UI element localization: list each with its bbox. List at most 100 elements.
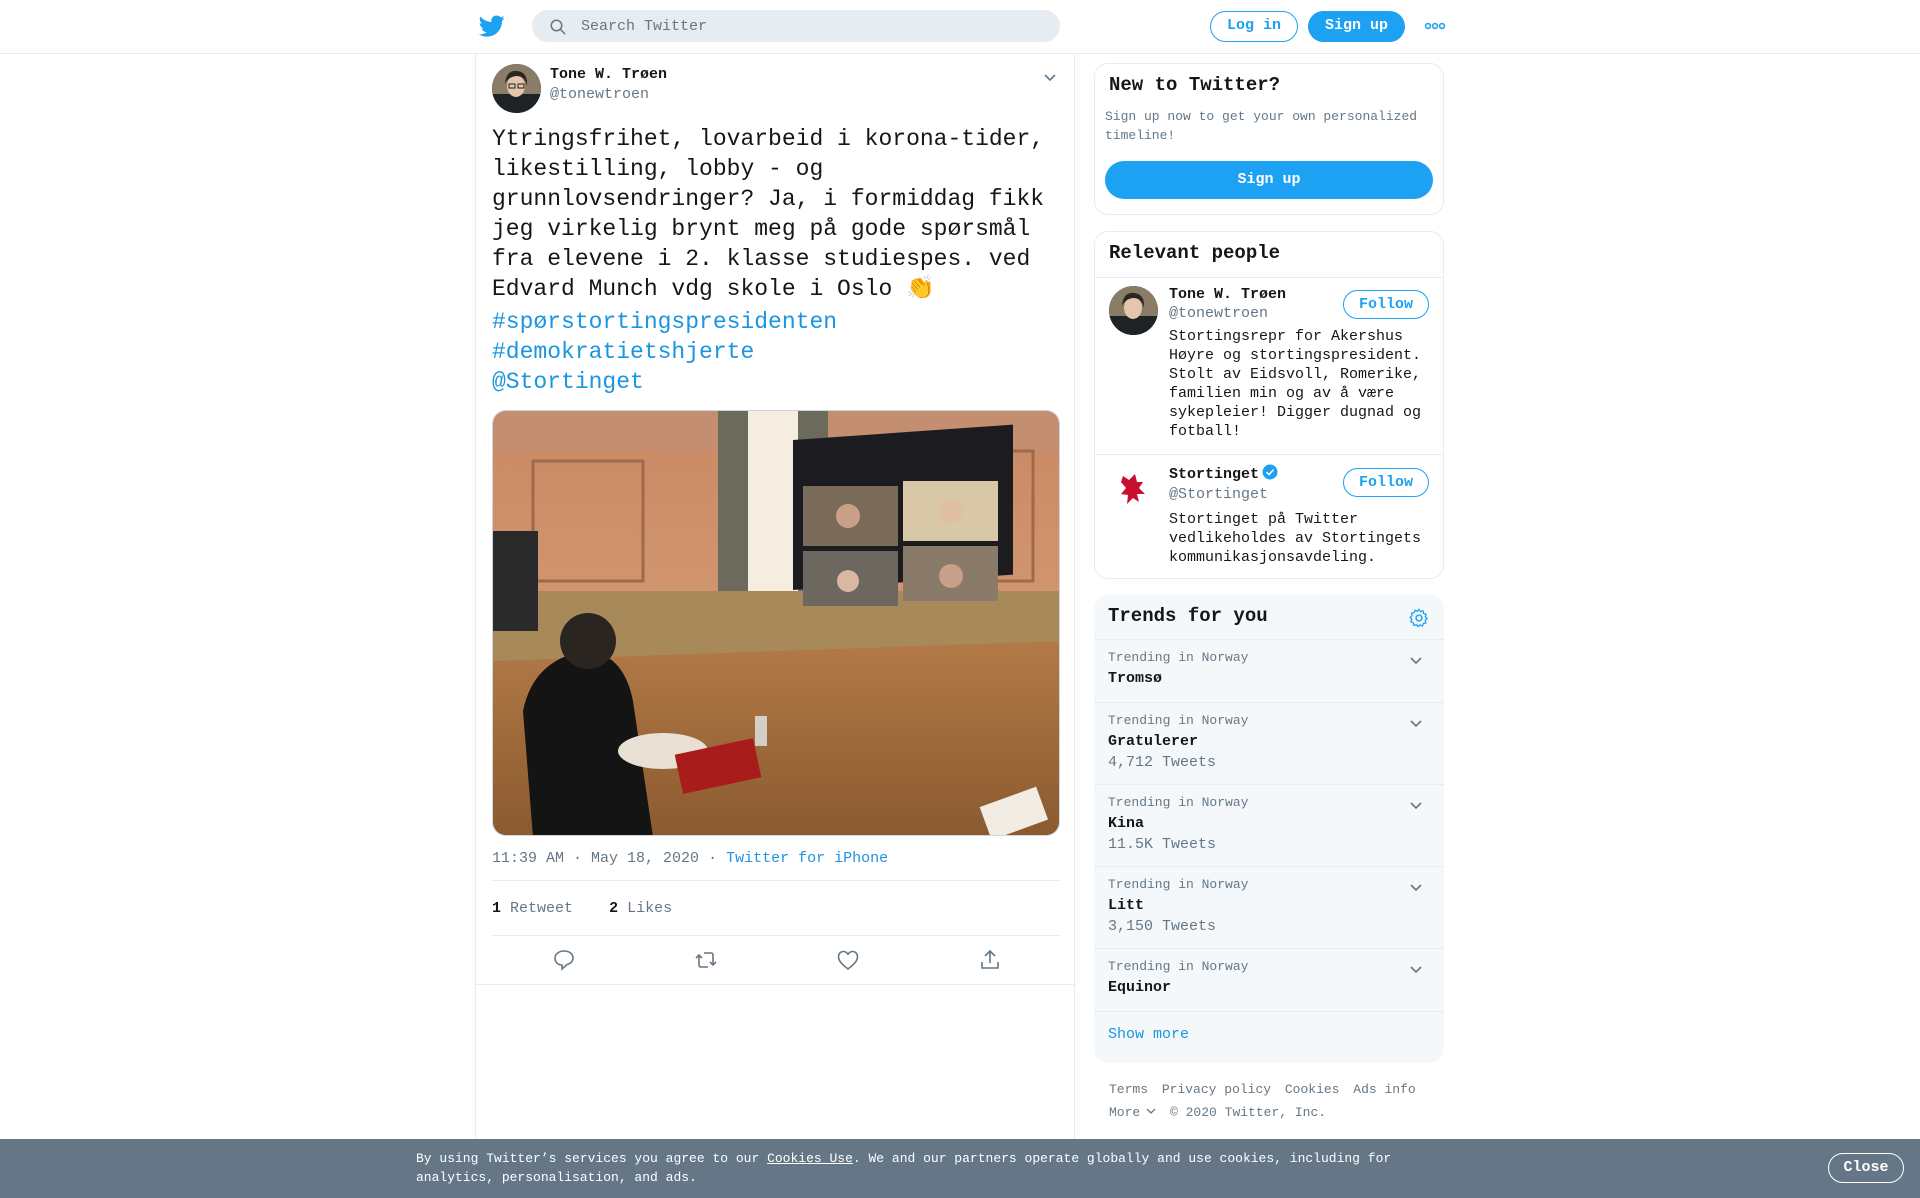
person-bio: Stortingsrepr for Akershus Høyre og stor… — [1169, 328, 1422, 440]
tweet-column: Tone W. Trøen @tonewtroen Ytringsfrihet,… — [475, 54, 1075, 1198]
relevant-people-card: Relevant people Tone W. Trøen @tonewtroe… — [1094, 231, 1444, 579]
sidebar-signup-button[interactable]: Sign up — [1105, 161, 1433, 199]
search-input[interactable] — [581, 15, 1041, 37]
footer-links: Terms Privacy policy Cookies Ads info — [1109, 1078, 1449, 1101]
trend-context: Trending in Norway — [1108, 959, 1249, 974]
divider — [1095, 454, 1443, 455]
trend-item[interactable]: Trending in Norway Gratulerer 4,712 Twee… — [1094, 702, 1444, 784]
person-handle[interactable]: @tonewtroen — [1169, 305, 1268, 322]
divider — [492, 935, 1060, 936]
chevron-down-icon[interactable] — [1408, 715, 1424, 731]
trend-name[interactable]: Litt — [1108, 897, 1144, 914]
reply-icon[interactable] — [552, 948, 576, 972]
author-name[interactable]: Tone W. Trøen — [550, 66, 667, 83]
hashtag-link[interactable]: #spørstortingspresidenten — [492, 307, 837, 337]
new-to-twitter-card: New to Twitter? Sign up now to get your … — [1094, 63, 1444, 215]
trend-item[interactable]: Trending in Norway Equinor — [1094, 948, 1444, 1011]
tweet-links: #spørstortingspresidenten #demokratietsh… — [492, 307, 837, 397]
retweet-count: 1 — [492, 900, 502, 917]
footer-link-privacy[interactable]: Privacy policy — [1162, 1082, 1271, 1097]
tweet-source-link[interactable]: Twitter for iPhone — [726, 850, 888, 867]
trend-name[interactable]: Kina — [1108, 815, 1144, 832]
like-icon[interactable] — [836, 948, 860, 972]
footer-link-cookies[interactable]: Cookies — [1285, 1082, 1340, 1097]
tweet-timestamp[interactable]: 11:39 AM · May 18, 2020 — [492, 850, 699, 867]
trend-count: 11.5K Tweets — [1108, 836, 1217, 853]
search-box[interactable] — [532, 10, 1060, 42]
tweet-meta: 11:39 AM · May 18, 2020 · Twitter for iP… — [492, 850, 888, 867]
more-dots-icon[interactable] — [1424, 20, 1446, 32]
top-nav-bar: Log in Sign up — [0, 0, 1920, 54]
close-cookie-button[interactable]: Close — [1828, 1153, 1904, 1183]
person-name-text: Stortinget — [1169, 466, 1260, 483]
cookie-text-before: By using Twitter’s services you agree to… — [416, 1151, 768, 1166]
tweet-text: Ytringsfrihet, lovarbeid i korona-tider,… — [492, 126, 1045, 302]
trend-name[interactable]: Gratulerer — [1108, 733, 1198, 750]
meeting-room-photo — [493, 411, 1059, 835]
trend-name[interactable]: Tromsø — [1108, 670, 1162, 687]
tweet-actions — [492, 948, 1060, 978]
trend-count: 4,712 Tweets — [1108, 754, 1217, 771]
chevron-down-icon[interactable] — [1408, 797, 1424, 813]
copyright: © 2020 Twitter, Inc. — [1170, 1105, 1327, 1120]
stortinget-logo-avatar[interactable] — [1109, 464, 1158, 513]
verified-badge-icon — [1262, 464, 1278, 480]
trend-count: 3,150 Tweets — [1108, 918, 1217, 935]
divider — [476, 984, 1074, 985]
cookies-use-link[interactable]: Cookies Use — [767, 1151, 853, 1166]
like-stat[interactable]: 2 Likes — [609, 900, 672, 917]
login-button[interactable]: Log in — [1210, 11, 1298, 42]
footer-more-button[interactable]: More — [1109, 1105, 1156, 1120]
divider — [492, 880, 1060, 881]
chevron-down-icon[interactable] — [1408, 961, 1424, 977]
author-handle[interactable]: @tonewtroen — [550, 86, 649, 103]
chevron-down-icon[interactable] — [1041, 68, 1059, 86]
trend-item[interactable]: Trending in Norway Tromsø — [1094, 639, 1444, 702]
follow-button[interactable]: Follow — [1343, 290, 1429, 319]
chevron-down-icon[interactable] — [1408, 879, 1424, 895]
show-more-link[interactable]: Show more — [1108, 1026, 1189, 1043]
like-count: 2 — [609, 900, 619, 917]
trend-name[interactable]: Equinor — [1108, 979, 1171, 996]
author-avatar[interactable] — [492, 64, 541, 113]
meta-separator: · — [708, 850, 718, 867]
person-handle[interactable]: @Stortinget — [1169, 486, 1268, 503]
person-bio: Stortinget på Twitter vedlikeholdes av S… — [1169, 511, 1422, 566]
person-avatar[interactable] — [1109, 286, 1158, 335]
card-subtitle: Sign up now to get your own personalized… — [1105, 109, 1418, 143]
footer-link-ads[interactable]: Ads info — [1353, 1082, 1415, 1097]
chevron-down-icon — [1146, 1108, 1156, 1114]
share-icon[interactable] — [978, 948, 1002, 972]
search-icon — [550, 19, 566, 35]
retweet-icon[interactable] — [694, 948, 718, 972]
card-title: Relevant people — [1109, 242, 1281, 264]
twitter-bird-icon[interactable] — [478, 13, 506, 39]
footer-more-label: More — [1109, 1105, 1141, 1120]
trend-context: Trending in Norway — [1108, 713, 1249, 728]
retweet-label: Retweet — [510, 900, 574, 917]
tweet-stats: 1 Retweet 2 Likes — [492, 900, 672, 917]
show-more-row[interactable]: Show more — [1094, 1011, 1444, 1063]
gear-icon[interactable] — [1408, 607, 1430, 629]
signup-button[interactable]: Sign up — [1308, 11, 1405, 42]
trend-item[interactable]: Trending in Norway Kina 11.5K Tweets — [1094, 784, 1444, 866]
trends-card: Trends for you Trending in Norway Tromsø… — [1094, 595, 1444, 1063]
sidebar-footer: Terms Privacy policy Cookies Ads info Mo… — [1109, 1078, 1449, 1124]
person-name[interactable]: Stortinget — [1169, 464, 1278, 483]
person-name[interactable]: Tone W. Trøen — [1169, 286, 1286, 303]
trend-context: Trending in Norway — [1108, 795, 1249, 810]
footer-link-terms[interactable]: Terms — [1109, 1082, 1148, 1097]
follow-button[interactable]: Follow — [1343, 468, 1429, 497]
hashtag-link[interactable]: #demokratietshjerte — [492, 337, 837, 367]
person-item[interactable]: Stortinget @Stortinget Follow Stortinget… — [1095, 456, 1443, 576]
mention-link[interactable]: @Stortinget — [492, 367, 837, 397]
chevron-down-icon[interactable] — [1408, 652, 1424, 668]
retweet-stat[interactable]: 1 Retweet — [492, 900, 573, 917]
tweet-photo[interactable] — [492, 410, 1060, 836]
card-title: New to Twitter? — [1109, 74, 1281, 96]
trend-item[interactable]: Trending in Norway Litt 3,150 Tweets — [1094, 866, 1444, 948]
card-title: Trends for you — [1108, 605, 1268, 627]
cookie-text: By using Twitter’s services you agree to… — [416, 1149, 1426, 1187]
cookie-banner: By using Twitter’s services you agree to… — [0, 1139, 1920, 1198]
person-item[interactable]: Tone W. Trøen @tonewtroen Follow Stortin… — [1095, 278, 1443, 453]
